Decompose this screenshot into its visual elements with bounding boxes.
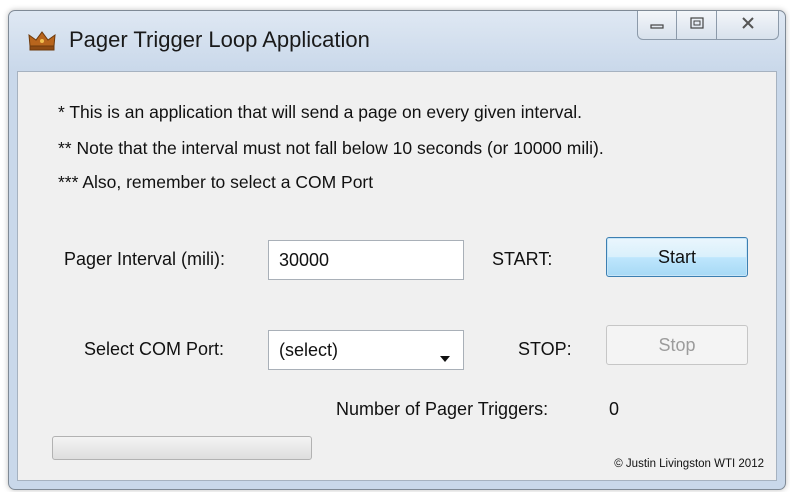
client-area: * This is an application that will send … — [17, 71, 777, 481]
start-label: START: — [492, 249, 553, 269]
triggers-count: 0 — [609, 399, 620, 419]
chevron-down-icon — [439, 347, 451, 368]
app-window: Pager Trigger Loop Application * This is… — [8, 10, 786, 490]
interval-label: Pager Interval (mili): — [64, 249, 226, 269]
crown-icon — [27, 29, 57, 51]
com-port-select[interactable]: (select) — [268, 330, 464, 370]
progress-bar — [52, 436, 312, 460]
note-line-1: * This is an application that will send … — [58, 102, 583, 122]
copyright-text: © Justin Livingston WTI 2012 — [614, 458, 764, 470]
note-line-2: ** Note that the interval must not fall … — [58, 138, 604, 158]
com-port-label: Select COM Port: — [84, 339, 225, 359]
com-port-selected-value: (select) — [279, 339, 339, 360]
close-icon — [741, 16, 755, 34]
start-button[interactable]: Start — [606, 237, 748, 277]
caption-buttons — [637, 11, 779, 41]
interval-input[interactable] — [268, 240, 464, 280]
triggers-label: Number of Pager Triggers: — [336, 399, 549, 419]
minimize-button[interactable] — [637, 11, 677, 40]
close-button[interactable] — [717, 11, 779, 40]
maximize-button[interactable] — [677, 11, 717, 40]
maximize-icon — [689, 16, 704, 34]
stop-button[interactable]: Stop — [606, 325, 748, 365]
note-line-3: *** Also, remember to select a COM Port — [58, 172, 374, 192]
minimize-icon — [650, 16, 664, 34]
window-title: Pager Trigger Loop Application — [69, 27, 370, 52]
title-bar[interactable]: Pager Trigger Loop Application — [9, 11, 785, 69]
stop-label: STOP: — [518, 339, 572, 359]
